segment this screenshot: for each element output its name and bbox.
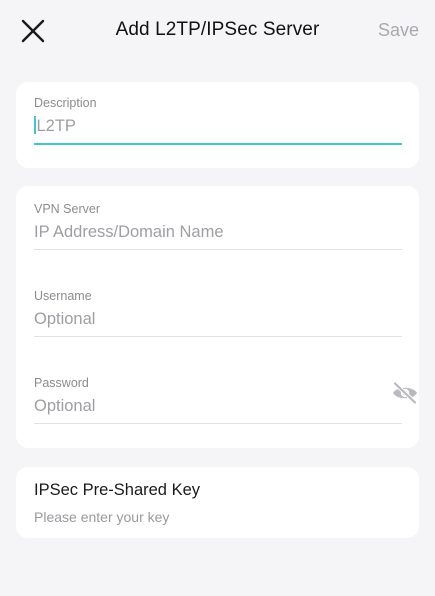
description-card: Description L2TP (16, 82, 419, 168)
toggle-password-visibility[interactable] (391, 381, 419, 405)
vpn-server-field[interactable]: VPN Server IP Address/Domain Name (34, 202, 402, 250)
description-input[interactable]: L2TP (34, 116, 402, 136)
vpn-server-underline (34, 249, 402, 250)
vpn-server-label: VPN Server (34, 202, 100, 216)
eye-off-icon (393, 381, 417, 405)
username-field[interactable]: Username Optional (34, 289, 402, 337)
vpn-server-input[interactable]: IP Address/Domain Name (34, 222, 402, 242)
username-input[interactable]: Optional (34, 309, 402, 329)
password-input[interactable]: Optional (34, 396, 402, 416)
password-label: Password (34, 376, 89, 390)
password-underline (34, 423, 402, 424)
text-cursor (34, 116, 36, 134)
description-field[interactable]: Description L2TP (34, 96, 402, 145)
username-underline (34, 336, 402, 337)
description-value: L2TP (36, 117, 76, 135)
header-bar: Add L2TP/IPSec Server Save (0, 0, 435, 62)
server-settings-card: VPN Server IP Address/Domain Name Userna… (16, 186, 419, 448)
username-label: Username (34, 289, 92, 303)
psk-input[interactable]: Please enter your key (34, 509, 169, 525)
description-underline (34, 143, 402, 145)
page-title: Add L2TP/IPSec Server (115, 19, 320, 40)
psk-title: IPSec Pre-Shared Key (34, 481, 200, 499)
save-button[interactable]: Save (378, 20, 419, 41)
password-field[interactable]: Password Optional (34, 376, 402, 424)
description-label: Description (34, 96, 97, 110)
psk-card[interactable]: IPSec Pre-Shared Key Please enter your k… (16, 467, 419, 538)
